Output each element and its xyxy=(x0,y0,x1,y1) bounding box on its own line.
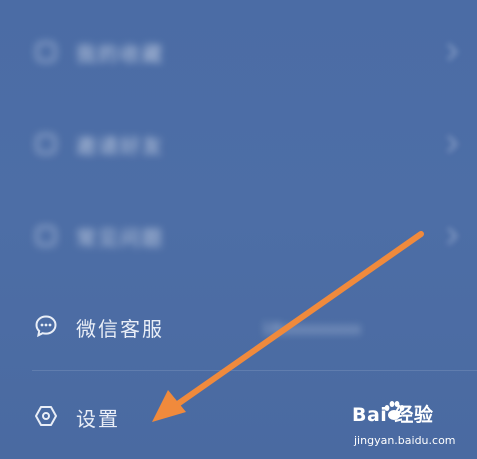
menu-item-label: 我的收藏 xyxy=(76,41,164,66)
paw-logo-icon xyxy=(384,401,405,420)
menu-item-label: 常见问题 xyxy=(76,225,164,250)
wechat-service-value: 18xxxxxxxxx xyxy=(262,320,361,338)
cube-icon xyxy=(36,134,56,154)
baidu-jingyan-watermark: Bai 经验 jingyan.baidu.com xyxy=(352,400,472,454)
settings-menu-screen: 我的收藏 邀请好友 常见问题 微信客服 18xxxxxxxxx 设置 Bai 经… xyxy=(0,0,477,459)
menu-divider xyxy=(32,370,477,371)
cube-icon xyxy=(36,42,56,62)
chat-bubble-icon xyxy=(35,315,57,338)
chevron-right-icon xyxy=(440,43,458,61)
chevron-right-icon xyxy=(440,135,458,153)
menu-item-faq[interactable]: 常见问题 xyxy=(0,206,477,266)
settings-icon xyxy=(35,406,57,426)
menu-item-label: 设置 xyxy=(76,407,120,431)
menu-item-label: 微信客服 xyxy=(76,317,164,341)
menu-item-invite[interactable]: 邀请好友 xyxy=(0,114,477,174)
chevron-right-icon xyxy=(440,227,458,245)
cube-icon xyxy=(36,226,56,246)
menu-item-label: 邀请好友 xyxy=(76,133,164,158)
menu-item-wechat-service[interactable]: 微信客服 18xxxxxxxxx xyxy=(0,296,477,356)
menu-item-favorites[interactable]: 我的收藏 xyxy=(0,22,477,82)
watermark-url: jingyan.baidu.com xyxy=(354,434,456,447)
